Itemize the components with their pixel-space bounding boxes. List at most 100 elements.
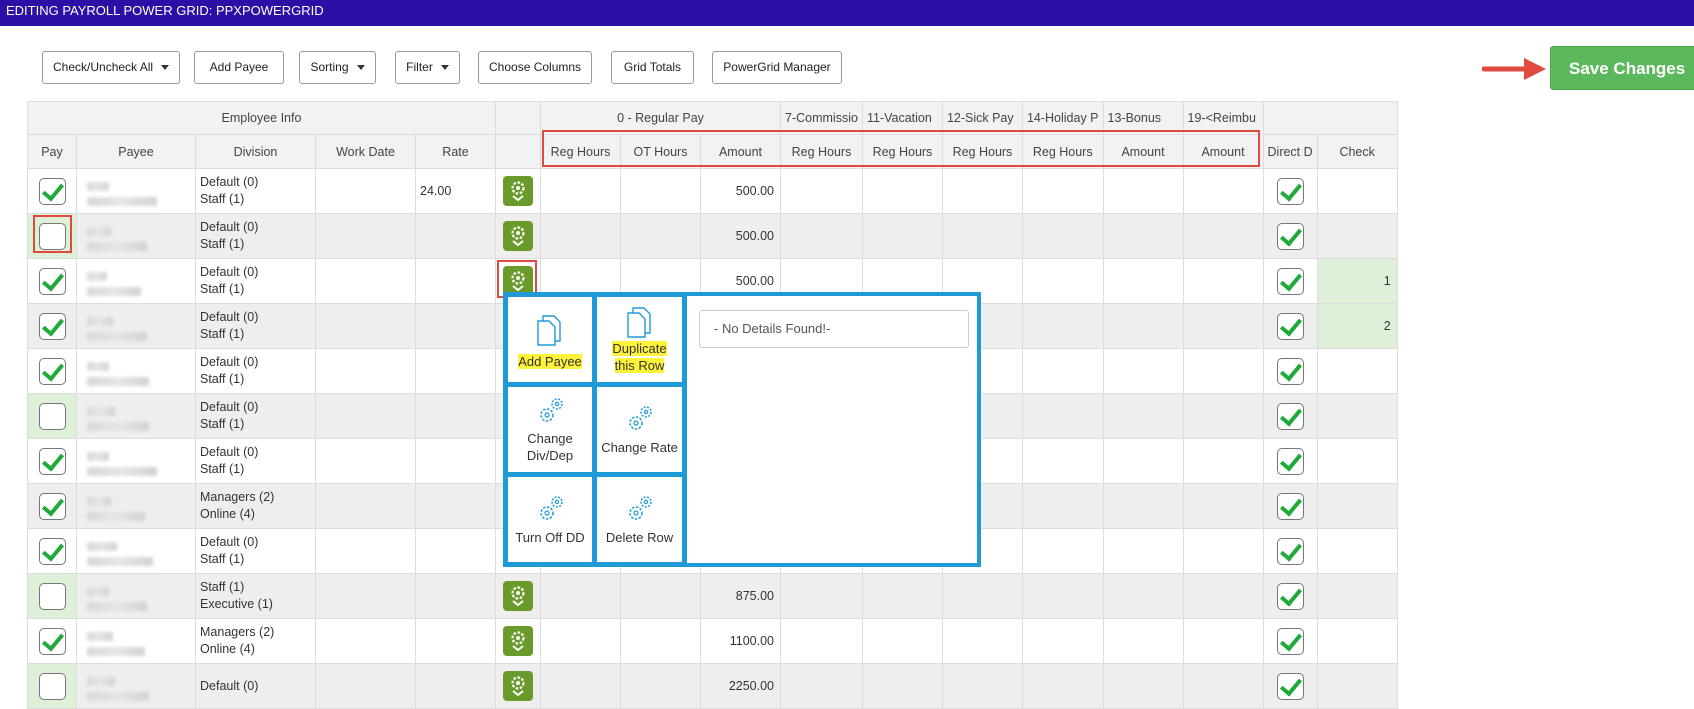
holiday-cell[interactable]	[1021, 573, 1104, 619]
pay-checkbox[interactable]	[38, 267, 66, 295]
amount-cell[interactable]: 500.00	[700, 213, 781, 259]
commission-cell[interactable]	[780, 168, 863, 214]
amount-cell[interactable]: 500.00	[700, 168, 781, 214]
bonus-cell[interactable]	[1102, 663, 1184, 709]
sick-pay-cell[interactable]	[941, 618, 1023, 664]
pay-checkbox[interactable]	[38, 312, 66, 340]
rate-cell[interactable]	[415, 393, 496, 439]
rate-cell[interactable]	[415, 483, 496, 529]
popup-add-payee[interactable]: Add Payee	[508, 297, 592, 382]
check-cell[interactable]	[1316, 393, 1398, 439]
work-date-cell[interactable]	[315, 483, 416, 529]
col-holiday-reg-hours[interactable]: Reg Hours	[1021, 134, 1104, 169]
work-date-cell[interactable]	[315, 573, 416, 619]
ot-hours-cell[interactable]	[620, 618, 701, 664]
commission-cell[interactable]	[780, 213, 863, 259]
holiday-cell[interactable]	[1021, 483, 1104, 529]
add-payee-button[interactable]: Add Payee	[194, 51, 284, 84]
sick-pay-cell[interactable]	[941, 168, 1023, 214]
col-commission-reg-hours[interactable]: Reg Hours	[780, 134, 863, 169]
work-date-cell[interactable]	[315, 393, 416, 439]
reimbursement-cell[interactable]	[1182, 303, 1264, 349]
pay-checkbox[interactable]	[38, 402, 66, 430]
reimbursement-cell[interactable]	[1182, 573, 1264, 619]
rate-cell[interactable]	[415, 213, 496, 259]
choose-columns-button[interactable]: Choose Columns	[478, 51, 592, 84]
direct-deposit-checkbox[interactable]	[1276, 492, 1304, 520]
vacation-cell[interactable]	[861, 573, 943, 619]
powergrid-manager-button[interactable]: PowerGrid Manager	[712, 51, 842, 84]
filter-dropdown[interactable]: Filter	[395, 51, 460, 84]
row-actions-gear-icon[interactable]	[503, 671, 533, 701]
ot-hours-cell[interactable]	[620, 168, 701, 214]
pay-checkbox[interactable]	[38, 582, 66, 610]
reimbursement-cell[interactable]	[1182, 393, 1264, 439]
direct-deposit-checkbox[interactable]	[1276, 672, 1304, 700]
bonus-cell[interactable]	[1102, 573, 1184, 619]
work-date-cell[interactable]	[315, 618, 416, 664]
popup-change-rate[interactable]: Change Rate	[597, 387, 682, 472]
vacation-cell[interactable]	[861, 618, 943, 664]
reg-hours-cell[interactable]	[540, 663, 621, 709]
sorting-dropdown[interactable]: Sorting	[299, 51, 376, 84]
holiday-cell[interactable]	[1021, 303, 1104, 349]
popup-delete-row[interactable]: Delete Row	[597, 477, 682, 562]
pay-checkbox[interactable]	[38, 492, 66, 520]
rate-cell[interactable]	[415, 348, 496, 394]
col-work-date[interactable]: Work Date	[315, 134, 416, 169]
grid-totals-button[interactable]: Grid Totals	[611, 51, 694, 84]
reimbursement-cell[interactable]	[1182, 483, 1264, 529]
rate-cell[interactable]	[415, 663, 496, 709]
popup-duplicate-row[interactable]: Duplicate this Row	[597, 297, 682, 382]
col-ot-hours[interactable]: OT Hours	[620, 134, 701, 169]
check-cell[interactable]: 1	[1316, 258, 1398, 304]
col-reimb-amount[interactable]: Amount	[1182, 134, 1264, 169]
amount-cell[interactable]: 875.00	[700, 573, 781, 619]
direct-deposit-checkbox[interactable]	[1276, 582, 1304, 610]
bonus-cell[interactable]	[1102, 438, 1184, 484]
row-actions-gear-icon[interactable]	[503, 581, 533, 611]
check-cell[interactable]	[1316, 483, 1398, 529]
direct-deposit-checkbox[interactable]	[1276, 537, 1304, 565]
rate-cell[interactable]	[415, 438, 496, 484]
reimbursement-cell[interactable]	[1182, 213, 1264, 259]
bonus-cell[interactable]	[1102, 258, 1184, 304]
row-actions-gear-icon[interactable]	[503, 176, 533, 206]
reg-hours-cell[interactable]	[540, 618, 621, 664]
direct-deposit-checkbox[interactable]	[1276, 447, 1304, 475]
work-date-cell[interactable]	[315, 348, 416, 394]
holiday-cell[interactable]	[1021, 528, 1104, 574]
pay-checkbox[interactable]	[38, 537, 66, 565]
col-rate[interactable]: Rate	[415, 134, 496, 169]
col-payee[interactable]: Payee	[76, 134, 196, 169]
direct-deposit-checkbox[interactable]	[1276, 357, 1304, 385]
work-date-cell[interactable]	[315, 528, 416, 574]
reimbursement-cell[interactable]	[1182, 438, 1264, 484]
commission-cell[interactable]	[780, 573, 863, 619]
bonus-cell[interactable]	[1102, 618, 1184, 664]
check-cell[interactable]	[1316, 663, 1398, 709]
rate-cell[interactable]	[415, 258, 496, 304]
col-reg-hours[interactable]: Reg Hours	[540, 134, 621, 169]
col-division[interactable]: Division	[195, 134, 316, 169]
direct-deposit-checkbox[interactable]	[1276, 627, 1304, 655]
reimbursement-cell[interactable]	[1182, 348, 1264, 394]
check-uncheck-all-dropdown[interactable]: Check/Uncheck All	[42, 51, 180, 84]
reg-hours-cell[interactable]	[540, 213, 621, 259]
amount-cell[interactable]: 2250.00	[700, 663, 781, 709]
direct-deposit-checkbox[interactable]	[1276, 177, 1304, 205]
col-check[interactable]: Check	[1316, 134, 1398, 169]
pay-checkbox[interactable]	[38, 447, 66, 475]
ot-hours-cell[interactable]	[620, 663, 701, 709]
commission-cell[interactable]	[780, 663, 863, 709]
direct-deposit-checkbox[interactable]	[1276, 402, 1304, 430]
col-pay[interactable]: Pay	[27, 134, 77, 169]
work-date-cell[interactable]	[315, 663, 416, 709]
sick-pay-cell[interactable]	[941, 663, 1023, 709]
col-bonus-amount[interactable]: Amount	[1102, 134, 1184, 169]
col-sick-reg-hours[interactable]: Reg Hours	[941, 134, 1023, 169]
work-date-cell[interactable]	[315, 303, 416, 349]
reimbursement-cell[interactable]	[1182, 258, 1264, 304]
sick-pay-cell[interactable]	[941, 573, 1023, 619]
commission-cell[interactable]	[780, 618, 863, 664]
